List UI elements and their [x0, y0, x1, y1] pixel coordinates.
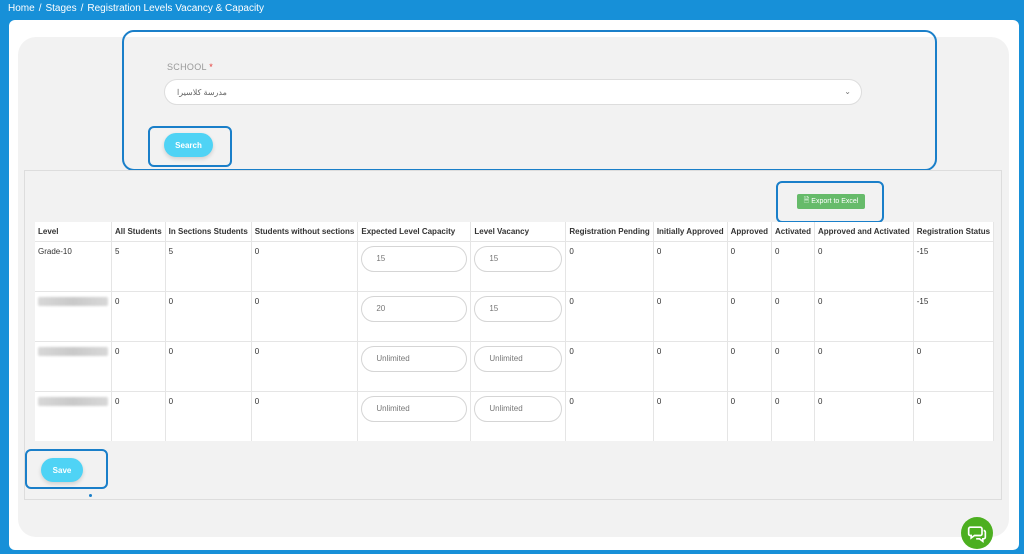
column-header: Level [35, 222, 112, 241]
capacity-input[interactable]: 15 [361, 245, 468, 272]
export-excel-label: Export to Excel [811, 198, 859, 205]
cursor-dot [89, 494, 92, 497]
without-sections-cell: 0 [251, 240, 359, 291]
school-select-value: مدرسة كلاسيرا [177, 88, 227, 97]
activated-cell: 0 [771, 240, 816, 291]
all-students-cell: 0 [111, 390, 166, 441]
file-excel-icon: 🗎 [803, 197, 810, 204]
without-sections-cell: 0 [251, 390, 359, 441]
column-header: In Sections Students [165, 222, 252, 241]
approved-cell: 0 [727, 390, 772, 441]
school-select[interactable]: مدرسة كلاسيرا ⌄ [164, 79, 862, 105]
initially-approved-cell: 0 [653, 390, 728, 441]
pending-cell: 0 [565, 240, 654, 291]
approved-cell: 0 [727, 240, 772, 291]
breadcrumb-stages[interactable]: Stages [45, 3, 76, 14]
export-excel-button[interactable]: 🗎 Export to Excel [797, 194, 865, 209]
column-header: Approved [727, 222, 772, 241]
initially-approved-cell: 0 [653, 240, 728, 291]
status-cell: -15 [913, 290, 995, 341]
table-row: 0 0 0 Unlimited Unlimited 0 0 0 0 0 0 [35, 390, 995, 441]
redacted-level [38, 296, 108, 306]
breadcrumb-separator: / [38, 3, 42, 14]
redacted-level [38, 346, 108, 356]
capacity-input[interactable]: Unlimited [361, 395, 468, 422]
vacancy-input[interactable]: 15 [474, 245, 563, 272]
initially-approved-cell: 0 [653, 290, 728, 341]
table-header-row: Level All Students In Sections Students … [35, 222, 995, 241]
capacity-input[interactable]: 20 [361, 295, 468, 322]
chevron-down-icon: ⌄ [844, 87, 851, 96]
status-cell: 0 [913, 340, 995, 391]
activated-cell: 0 [771, 340, 816, 391]
approved-cell: 0 [727, 290, 772, 341]
column-header: Registration Status [913, 222, 995, 241]
approved-activated-cell: 0 [814, 240, 914, 291]
column-header: Students without sections [251, 222, 359, 241]
status-cell: 0 [913, 390, 995, 441]
all-students-cell: 5 [111, 240, 166, 291]
activated-cell: 0 [771, 390, 816, 441]
column-header: Registration Pending [565, 222, 654, 241]
in-sections-cell: 0 [165, 290, 252, 341]
column-header: Expected Level Capacity [357, 222, 472, 241]
in-sections-cell: 5 [165, 240, 252, 291]
levels-table: Level All Students In Sections Students … [35, 222, 995, 441]
vacancy-input[interactable]: Unlimited [474, 345, 563, 372]
in-sections-cell: 0 [165, 390, 252, 441]
vacancy-input[interactable]: Unlimited [474, 395, 563, 422]
chat-button[interactable] [961, 517, 993, 549]
approved-activated-cell: 0 [814, 340, 914, 391]
table-row: 0 0 0 Unlimited Unlimited 0 0 0 0 0 0 [35, 340, 995, 391]
status-cell: -15 [913, 240, 995, 291]
chat-icon [967, 526, 987, 543]
without-sections-cell: 0 [251, 340, 359, 391]
in-sections-cell: 0 [165, 340, 252, 391]
approved-activated-cell: 0 [814, 390, 914, 441]
level-cell: Grade-10 [35, 240, 112, 291]
without-sections-cell: 0 [251, 290, 359, 341]
capacity-input[interactable]: Unlimited [361, 345, 468, 372]
table-row: 0 0 0 20 15 0 0 0 0 0 -15 [35, 290, 995, 341]
pending-cell: 0 [565, 390, 654, 441]
school-label: SCHOOL * [167, 62, 214, 72]
breadcrumb: Home / Stages / Registration Levels Vaca… [8, 3, 264, 14]
pending-cell: 0 [565, 290, 654, 341]
top-bar: Home / Stages / Registration Levels Vaca… [0, 0, 1024, 20]
breadcrumb-current: Registration Levels Vacancy & Capacity [87, 3, 264, 14]
approved-cell: 0 [727, 340, 772, 391]
activated-cell: 0 [771, 290, 816, 341]
column-header: Approved and Activated [814, 222, 914, 241]
breadcrumb-home[interactable]: Home [8, 3, 35, 14]
search-button[interactable]: Search [164, 133, 213, 157]
column-header: Activated [771, 222, 816, 241]
all-students-cell: 0 [111, 340, 166, 391]
column-header: Initially Approved [653, 222, 728, 241]
vacancy-input[interactable]: 15 [474, 295, 563, 322]
column-header: Level Vacancy [470, 222, 567, 241]
initially-approved-cell: 0 [653, 340, 728, 391]
redacted-level [38, 396, 108, 406]
all-students-cell: 0 [111, 290, 166, 341]
pending-cell: 0 [565, 340, 654, 391]
column-header: All Students [111, 222, 166, 241]
save-button[interactable]: Save [41, 458, 83, 482]
table-row: Grade-10 5 5 0 15 15 0 0 0 0 0 -15 [35, 240, 995, 291]
breadcrumb-separator: / [80, 3, 84, 14]
approved-activated-cell: 0 [814, 290, 914, 341]
